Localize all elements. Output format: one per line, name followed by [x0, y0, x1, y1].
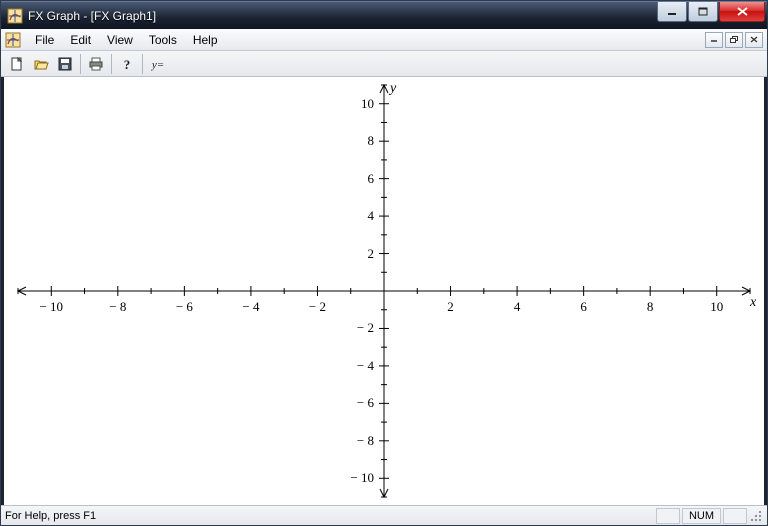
resize-grip-icon[interactable]	[749, 509, 763, 523]
status-numlock: NUM	[682, 508, 721, 524]
y-tick-label: 4	[368, 208, 375, 224]
x-tick-label: − 2	[309, 299, 326, 315]
maximize-button[interactable]	[688, 2, 718, 22]
y-tick-label: − 6	[357, 395, 374, 411]
window-title: FX Graph - [FX Graph1]	[28, 9, 656, 23]
minimize-button[interactable]	[657, 2, 687, 22]
mdi-doc-icon	[5, 32, 21, 48]
new-button[interactable]	[5, 53, 29, 75]
save-disk-icon	[57, 56, 73, 72]
x-tick-label: − 6	[176, 299, 193, 315]
toolbar: ? y=	[1, 51, 767, 77]
app-window: FX Graph - [FX Graph1] File Edit View	[0, 0, 768, 526]
y-tick-label: − 4	[357, 358, 374, 374]
y-tick-label: 10	[361, 96, 374, 112]
toolbar-separator	[142, 54, 143, 74]
menu-view[interactable]: View	[99, 31, 141, 49]
statusbar: For Help, press F1 NUM	[1, 505, 767, 525]
content-area: − 10 − 8 − 6 − 4 − 2 2 4 6 8 10 − 10 − 8 − 6 − 4 − 2 2 4…	[1, 77, 767, 505]
x-tick-label: − 10	[39, 299, 63, 315]
y-tick-label: 8	[368, 133, 375, 149]
menubar: File Edit View Tools Help	[1, 29, 767, 51]
printer-icon	[88, 56, 104, 72]
y-axis-label: y	[390, 81, 396, 97]
x-tick-label: − 8	[109, 299, 126, 315]
open-folder-icon	[33, 56, 49, 72]
toolbar-separator	[111, 54, 112, 74]
mdi-minimize-button[interactable]	[705, 32, 723, 48]
y-tick-label: − 2	[357, 320, 374, 336]
y-tick-label: − 10	[350, 470, 374, 486]
window-controls	[656, 2, 765, 22]
new-file-icon	[9, 56, 25, 72]
graph-canvas[interactable]: − 10 − 8 − 6 − 4 − 2 2 4 6 8 10 − 10 − 8 − 6 − 4 − 2 2 4…	[4, 77, 764, 505]
help-button[interactable]: ?	[115, 53, 139, 75]
menu-file[interactable]: File	[27, 31, 62, 49]
mdi-controls	[705, 32, 767, 48]
menu-edit[interactable]: Edit	[62, 31, 99, 49]
status-hint: For Help, press F1	[5, 510, 654, 522]
x-tick-label: − 4	[242, 299, 259, 315]
function-icon: y=	[149, 56, 167, 72]
y-tick-label: − 8	[357, 433, 374, 449]
mdi-close-button[interactable]	[745, 32, 763, 48]
titlebar: FX Graph - [FX Graph1]	[1, 1, 767, 29]
menu-help[interactable]: Help	[185, 31, 226, 49]
mdi-restore-button[interactable]	[725, 32, 743, 48]
x-tick-label: 6	[580, 299, 587, 315]
x-tick-label: 10	[710, 299, 723, 315]
status-pane-3	[723, 508, 747, 524]
open-button[interactable]	[29, 53, 53, 75]
close-button[interactable]	[719, 2, 765, 22]
toolbar-separator	[80, 54, 81, 74]
print-button[interactable]	[84, 53, 108, 75]
question-icon: ?	[119, 56, 135, 72]
svg-text:y=: y=	[151, 59, 164, 71]
x-axis-label: x	[750, 295, 756, 311]
menu-tools[interactable]: Tools	[141, 31, 185, 49]
save-button[interactable]	[53, 53, 77, 75]
x-tick-label: 4	[514, 299, 521, 315]
y-tick-label: 6	[368, 171, 375, 187]
x-tick-label: 8	[647, 299, 654, 315]
app-icon	[7, 8, 23, 24]
x-tick-label: 2	[447, 299, 454, 315]
function-button[interactable]: y=	[146, 53, 170, 75]
svg-text:?: ?	[124, 57, 131, 72]
status-pane-1	[656, 508, 680, 524]
y-tick-label: 2	[368, 246, 375, 262]
